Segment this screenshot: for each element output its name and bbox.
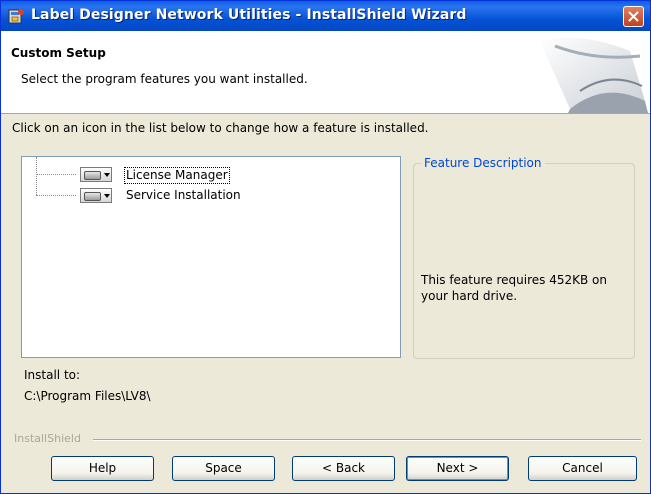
feature-item-service-installation[interactable]: Service Installation xyxy=(22,188,400,204)
install-path: C:\Program Files\LV8\ xyxy=(24,389,151,403)
installshield-wizard-window: Label Designer Network Utilities - Insta… xyxy=(0,0,651,494)
tree-connector xyxy=(36,195,76,196)
feature-description-text: This feature requires 452KB on your hard… xyxy=(421,273,607,303)
divider xyxy=(93,439,641,441)
space-button[interactable]: Space xyxy=(172,456,275,481)
wizard-header: Custom Setup Select the program features… xyxy=(1,31,650,114)
install-to-label: Install to: xyxy=(24,368,81,382)
page-subtitle: Select the program features you want ins… xyxy=(21,72,308,86)
chevron-down-icon xyxy=(104,194,110,198)
help-button[interactable]: Help xyxy=(51,456,154,481)
chevron-down-icon xyxy=(104,173,110,177)
tree-connector xyxy=(36,174,76,175)
installer-icon xyxy=(7,7,25,25)
title-bar[interactable]: Label Designer Network Utilities - Insta… xyxy=(1,1,650,31)
window-title: Label Designer Network Utilities - Insta… xyxy=(31,7,467,23)
next-button[interactable]: Next > xyxy=(406,456,509,481)
feature-state-dropdown[interactable] xyxy=(80,188,112,203)
feature-description-group xyxy=(413,163,635,359)
close-icon xyxy=(628,11,639,22)
feature-tree[interactable]: License Manager Service Installation xyxy=(21,156,401,358)
feature-label[interactable]: Service Installation xyxy=(124,188,243,203)
page-title: Custom Setup xyxy=(11,46,106,60)
feature-label[interactable]: License Manager xyxy=(124,167,230,184)
drive-icon xyxy=(84,171,101,180)
feature-description-title: Feature Description xyxy=(421,156,545,170)
feature-state-dropdown[interactable] xyxy=(80,167,112,182)
feature-item-license-manager[interactable]: License Manager xyxy=(22,167,400,184)
header-banner-art xyxy=(540,37,648,113)
close-button[interactable] xyxy=(623,6,644,27)
instruction-text: Click on an icon in the list below to ch… xyxy=(12,121,429,135)
installshield-brand: InstallShield xyxy=(14,432,84,445)
drive-icon xyxy=(84,192,101,201)
cancel-button[interactable]: Cancel xyxy=(528,456,637,481)
back-button[interactable]: < Back xyxy=(292,456,395,481)
